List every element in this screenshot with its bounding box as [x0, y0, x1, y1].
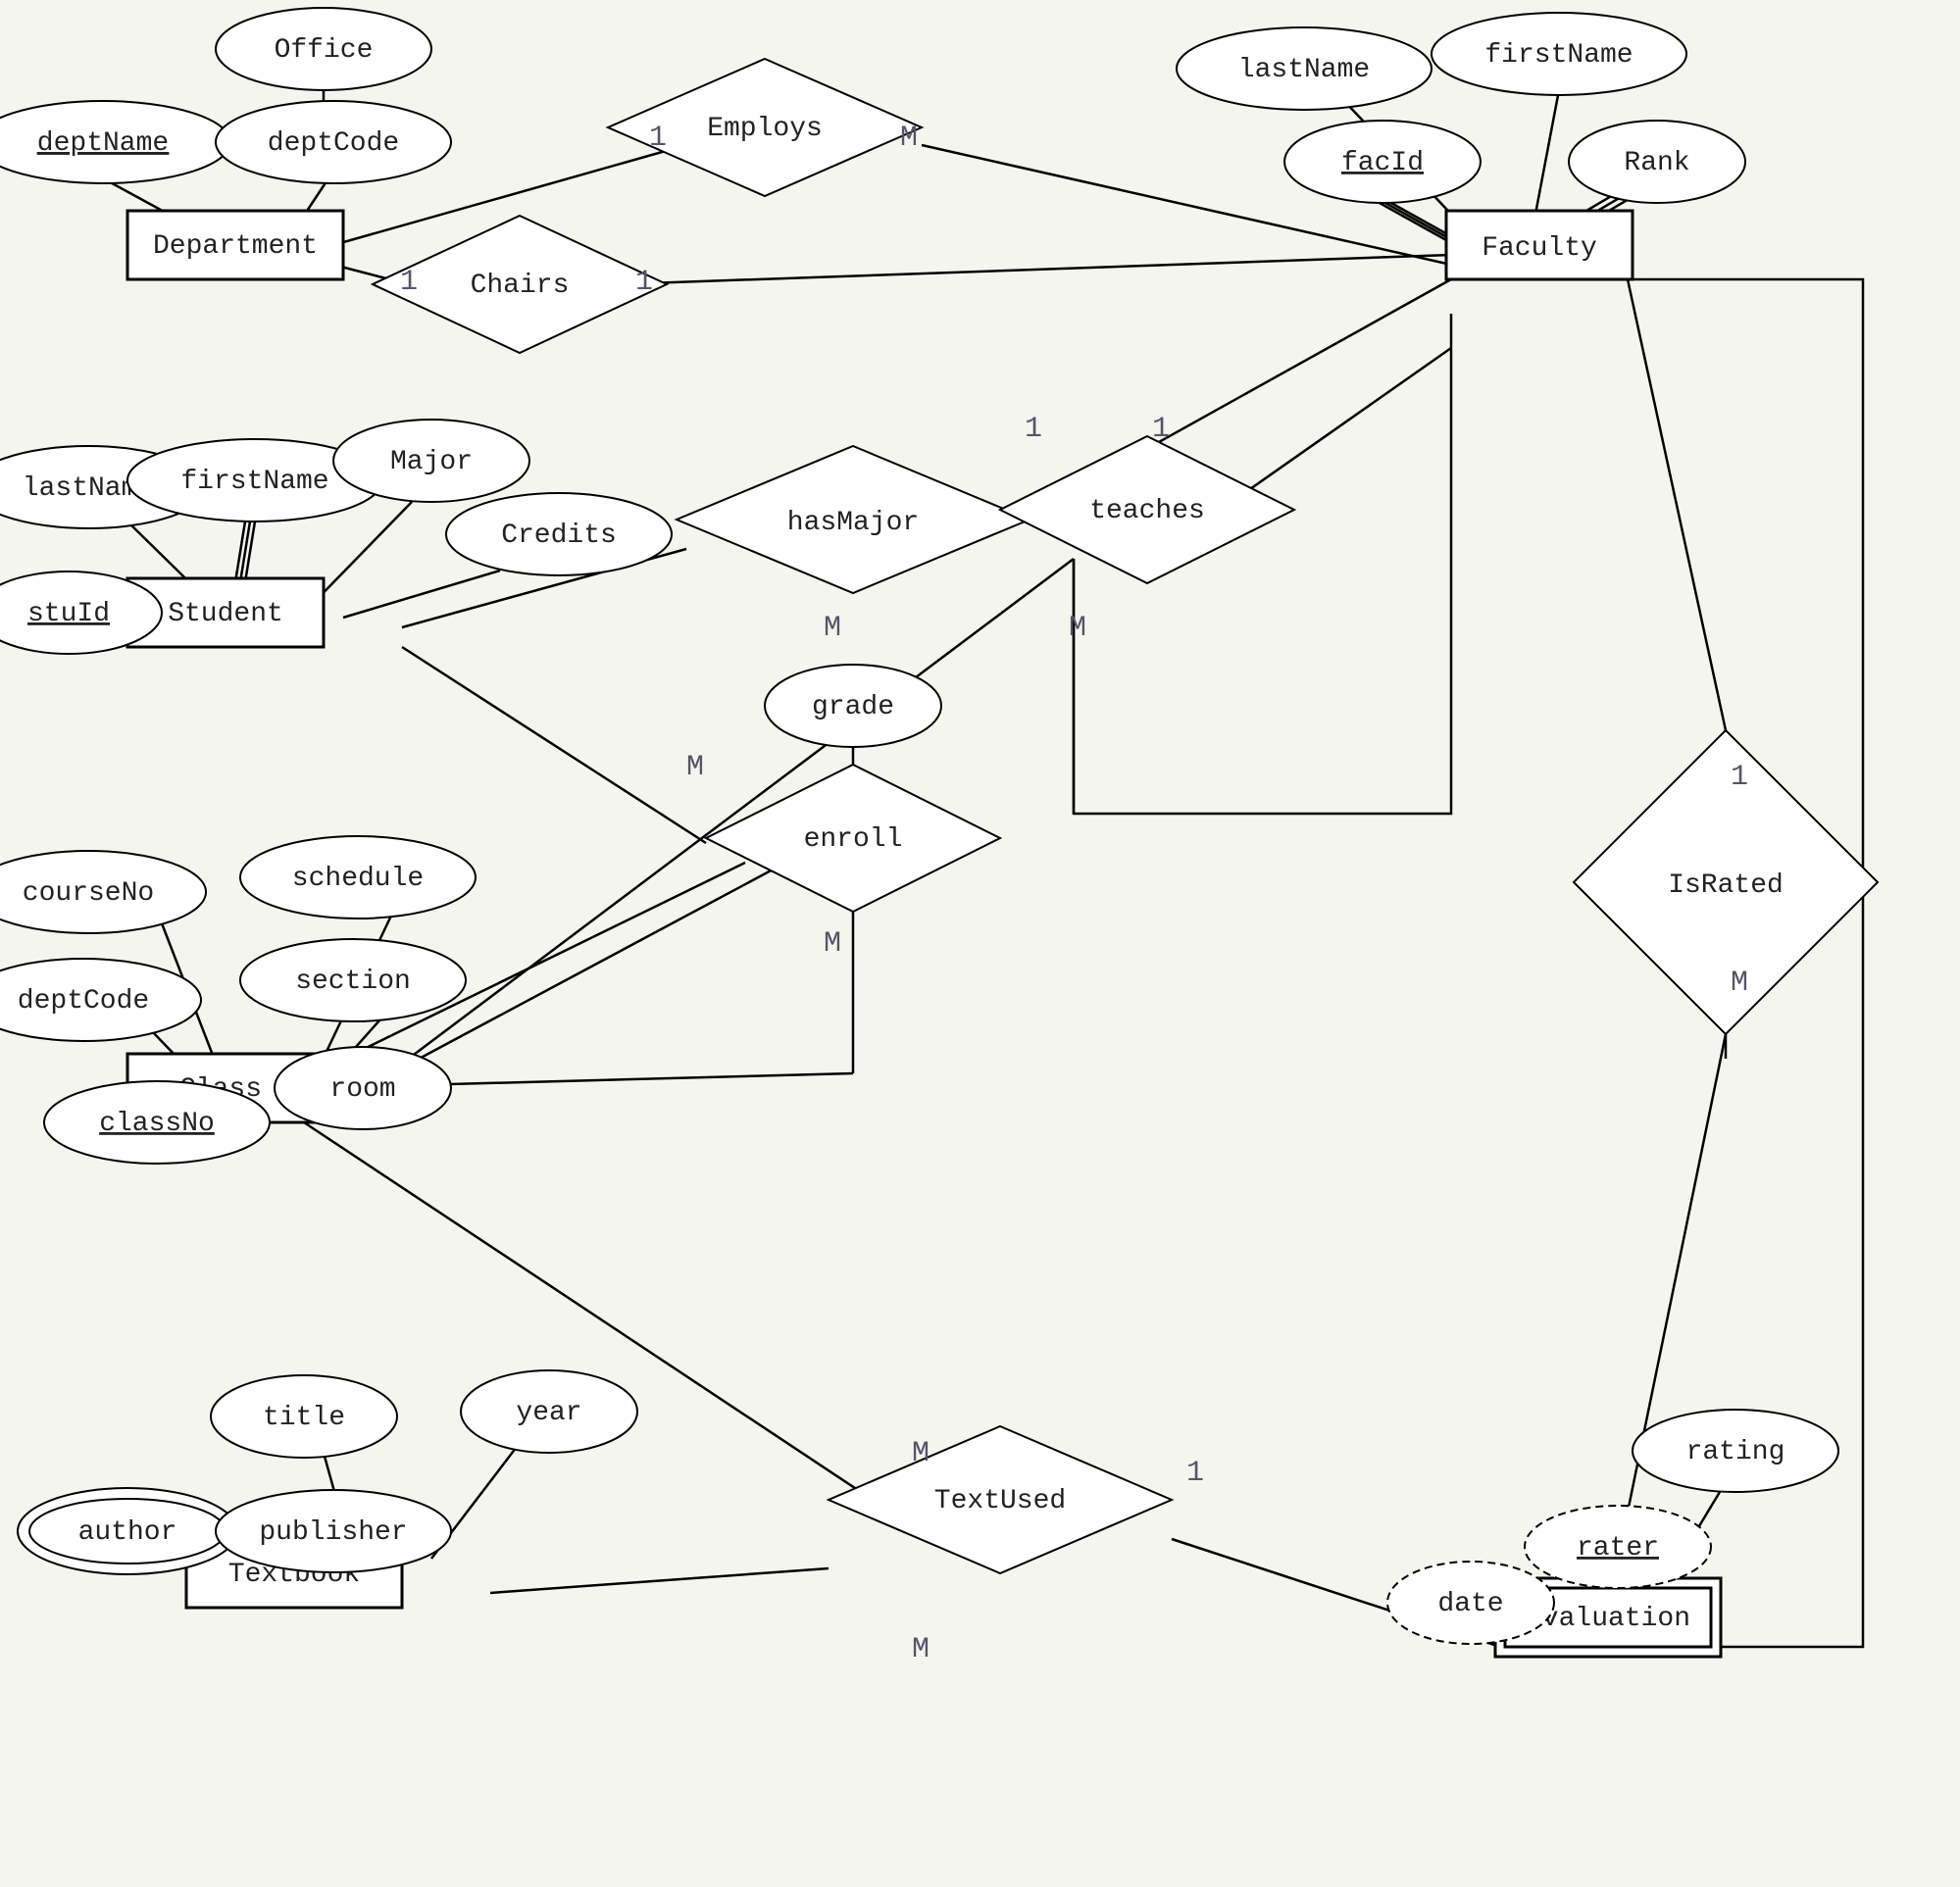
card-textused-m1: M [912, 1437, 930, 1470]
facid-label: facId [1341, 148, 1424, 178]
major-label: Major [390, 447, 473, 477]
card-teaches-1: 1 [1152, 413, 1170, 446]
section-label: section [295, 967, 411, 997]
card-israted-1: 1 [1731, 761, 1748, 794]
faculty-label: Faculty [1482, 233, 1597, 264]
card-employs-m: M [900, 122, 918, 155]
rating-label: rating [1686, 1437, 1785, 1467]
student-label: Student [168, 599, 283, 629]
deptcode-label: deptCode [268, 128, 399, 159]
deptname-label: deptName [37, 128, 169, 159]
year-label: year [516, 1398, 581, 1428]
card-hasmajor-m: M [824, 612, 841, 645]
author-label: author [78, 1517, 177, 1548]
stuid-label: stuId [27, 599, 110, 629]
teaches-label: teaches [1089, 496, 1205, 526]
stu-firstname-label: firstName [180, 467, 328, 497]
card-chairs-1b: 1 [635, 266, 653, 299]
card-hasmajor-1: 1 [1025, 413, 1042, 446]
office-label: Office [275, 35, 374, 66]
enroll-label: enroll [804, 824, 903, 855]
chairs-label: Chairs [471, 271, 570, 301]
schedule-label: schedule [292, 864, 424, 894]
credits-label: Credits [501, 521, 617, 551]
card-enroll-m1: M [686, 751, 704, 784]
department-label: Department [153, 231, 318, 262]
grade-label: grade [812, 692, 894, 722]
hasmajor-label: hasMajor [787, 508, 919, 538]
card-textused-m2: M [912, 1633, 930, 1666]
title-label: title [263, 1403, 345, 1433]
israted-label: IsRated [1668, 870, 1784, 901]
card-israted-m: M [1731, 967, 1748, 1000]
card-textused-1: 1 [1186, 1457, 1204, 1490]
courseno-label: courseNo [23, 878, 154, 909]
card-enroll-m2: M [824, 927, 841, 961]
room-label: room [329, 1074, 395, 1105]
cls-deptcode-label: deptCode [18, 986, 149, 1017]
rater-label: rater [1577, 1533, 1659, 1564]
textused-label: TextUsed [934, 1486, 1066, 1516]
fac-firstname-label: firstName [1484, 40, 1633, 71]
classno-label: classNo [99, 1109, 215, 1139]
publisher-label: publisher [259, 1517, 407, 1548]
card-chairs-1a: 1 [400, 266, 418, 299]
date-label: date [1437, 1589, 1503, 1619]
rank-label: Rank [1624, 148, 1689, 178]
employs-label: Employs [707, 114, 823, 144]
fac-lastname-label: lastName [1238, 55, 1370, 85]
card-teaches-m: M [1069, 612, 1086, 645]
card-employs-1: 1 [649, 122, 667, 155]
